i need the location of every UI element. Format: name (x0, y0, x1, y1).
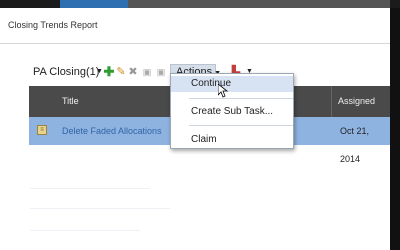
mouse-cursor-icon (218, 84, 228, 98)
delete-icon[interactable]: ✖ (127, 65, 139, 79)
menu-item-create-sub-task[interactable]: Create Sub Task... (171, 104, 293, 120)
divider (30, 188, 150, 189)
row-assigned-date: Oct 21, 2014 (340, 126, 370, 164)
menu-item-claim[interactable]: Claim (171, 132, 293, 148)
active-tab[interactable] (60, 0, 128, 8)
menu-separator (189, 125, 293, 126)
column-header-assigned[interactable]: Assigned (338, 86, 375, 117)
divider (30, 230, 140, 231)
inactive-tab[interactable] (128, 0, 390, 8)
square-icon[interactable]: ▣ (155, 65, 167, 79)
panel-title: Closing Trends Report (8, 20, 98, 30)
menu-separator (189, 98, 293, 99)
square-icon[interactable]: ▣ (141, 65, 153, 79)
plus-icon[interactable]: ✚ (103, 65, 115, 79)
column-header-title[interactable]: Title (62, 86, 79, 117)
divider (30, 208, 170, 209)
task-icon: ≡ (37, 125, 47, 135)
chevron-down-icon[interactable]: ▼ (96, 64, 103, 80)
row-title-link[interactable]: Delete Faded Allocations (62, 117, 162, 145)
divider (331, 86, 332, 117)
menu-item-continue[interactable]: Continue (171, 76, 293, 92)
top-bar (0, 0, 400, 8)
divider (0, 43, 390, 44)
view-name[interactable]: PA Closing(1) (33, 64, 99, 80)
pencil-icon[interactable]: ✎ (115, 65, 127, 79)
actions-menu: Continue Create Sub Task... Claim (170, 73, 294, 149)
